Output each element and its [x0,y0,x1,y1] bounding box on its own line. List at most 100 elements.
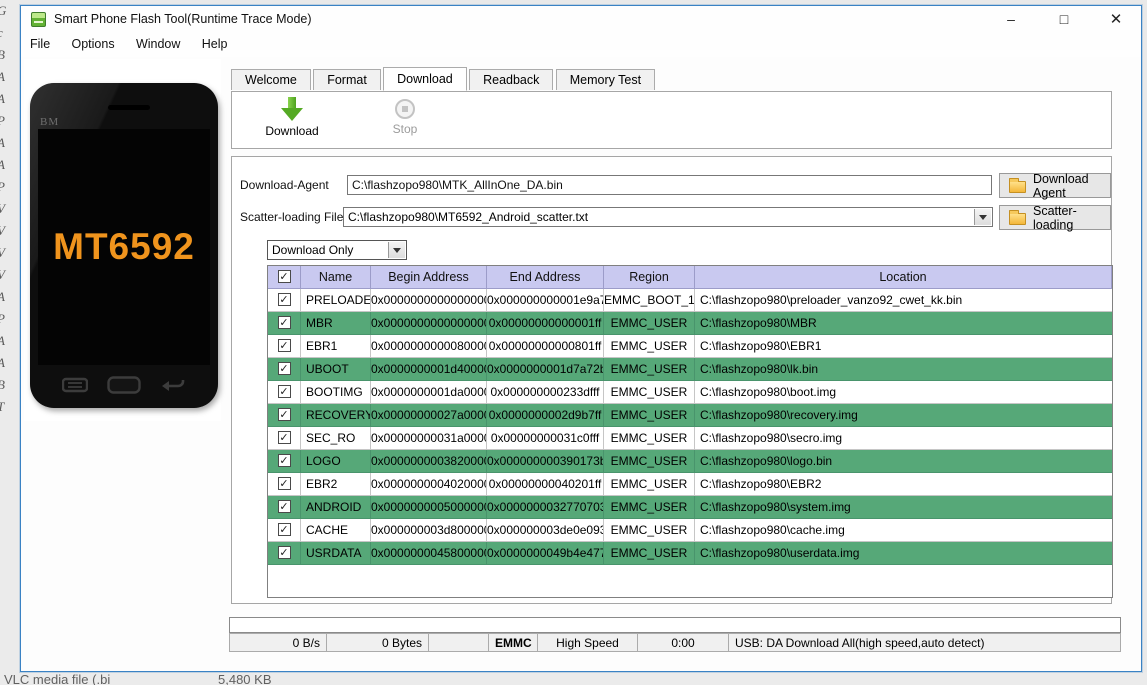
row-checkbox-cell: ✓ [268,404,301,427]
scatter-browse-button[interactable]: Scatter-loading [999,204,1111,232]
background-letter: A [0,352,20,374]
background-letter: P [0,176,20,198]
table-row[interactable]: ✓ LOGO 0x0000000003820000 0x000000000390173… [268,450,1112,473]
end-address-cell: 0x000000003de0e093 [487,519,604,542]
background-letter: T [0,396,20,418]
menu-window[interactable]: Window [127,33,189,55]
row-checkbox[interactable]: ✓ [277,546,291,559]
table-row[interactable]: ✓ EBR2 0x0000000004020000 0x00000000040201f… [268,473,1112,496]
column-header-location[interactable]: Location [695,266,1112,289]
row-checkbox[interactable]: ✓ [277,362,291,375]
table-row[interactable]: ✓ CACHE 0x000000003d800000 0x000000003de0e0… [268,519,1112,542]
region-cell: EMMC_USER [604,450,695,473]
column-header-begin[interactable]: Begin Address [371,266,487,289]
table-row[interactable]: ✓ SEC_RO 0x00000000031a0000 0x00000000031c0… [268,427,1112,450]
table-row[interactable]: ✓ EBR1 0x0000000000080000 0x00000000000801f… [268,335,1112,358]
stop-button-label: Stop [392,122,418,136]
table-row[interactable]: ✓ ANDROID 0x0000000005000000 0x000000003277… [268,496,1112,519]
menu-options[interactable]: Options [63,33,124,55]
row-checkbox-cell: ✓ [268,542,301,565]
region-cell: EMMC_USER [604,473,695,496]
table-row[interactable]: ✓ USRDATA 0x0000000045800000 0x0000000049b4… [268,542,1112,565]
menu-file[interactable]: File [21,33,59,55]
background-letter: V [0,242,20,264]
column-header-end[interactable]: End Address [487,266,604,289]
row-checkbox[interactable]: ✓ [277,454,291,467]
begin-address-cell: 0x0000000005000000 [371,496,487,519]
table-row[interactable]: ✓ MBR 0x0000000000000000 0x00000000000001ff… [268,312,1112,335]
location-cell: C:\flashzopo980\MBR [695,312,1112,335]
scatter-file-combobox[interactable]: C:\flashzopo980\MT6592_Android_scatter.t… [343,207,993,227]
menu-help[interactable]: Help [193,33,237,55]
row-checkbox-cell: ✓ [268,312,301,335]
tab-format[interactable]: Format [313,69,381,90]
region-cell: EMMC_USER [604,427,695,450]
location-cell: C:\flashzopo980\logo.bin [695,450,1112,473]
background-letter: G [0,0,20,22]
begin-address-cell: 0x0000000001da0000 [371,381,487,404]
row-checkbox[interactable]: ✓ [277,293,291,306]
row-checkbox[interactable]: ✓ [277,477,291,490]
select-all-header-cell[interactable]: ✓ [268,266,301,289]
row-checkbox[interactable]: ✓ [277,523,291,536]
row-checkbox[interactable]: ✓ [277,339,291,352]
begin-address-cell: 0x0000000000000000 [371,289,487,312]
folder-icon [1009,210,1026,225]
status-time: 0:00 [638,633,729,652]
background-letter: A [0,330,20,352]
background-window-bottom-edge: VLC media file (.bi 5,480 KB [0,672,1147,685]
row-checkbox[interactable]: ✓ [277,385,291,398]
location-cell: C:\flashzopo980\userdata.img [695,542,1112,565]
table-row[interactable]: ✓ RECOVERY 0x00000000027a0000 0x0000000002d… [268,404,1112,427]
select-all-checkbox[interactable]: ✓ [277,270,291,283]
table-row[interactable]: ✓ UBOOT 0x0000000001d40000 0x0000000001d7a7… [268,358,1112,381]
row-checkbox[interactable]: ✓ [277,431,291,444]
status-bytes: 0 Bytes [327,633,429,652]
table-row[interactable]: ✓ PRELOADER0x00000000000000000x0000000000… [268,289,1112,312]
partition-name-cell: RECOVERY [301,404,371,427]
maximize-button[interactable]: □ [1049,9,1079,30]
tab-download[interactable]: Download [383,67,467,91]
row-checkbox[interactable]: ✓ [277,408,291,421]
background-letter: A [0,66,20,88]
end-address-cell: 0x000000000001e9a7 [487,289,604,312]
table-row[interactable]: ✓ BOOTIMG 0x0000000001da0000 0x000000000233… [268,381,1112,404]
flash-tool-window: Smart Phone Flash Tool(Runtime Trace Mod… [20,5,1142,672]
minimize-button[interactable]: – [996,9,1026,30]
partition-table: ✓ Name Begin Address End Address Region … [267,265,1113,598]
chevron-down-icon[interactable] [388,242,405,258]
begin-address-cell: 0x00000000027a0000 [371,404,487,427]
download-agent-browse-button[interactable]: Download Agent [999,172,1111,200]
column-header-region[interactable]: Region [604,266,695,289]
begin-address-cell: 0x0000000000080000 [371,335,487,358]
tab-memory-test[interactable]: Memory Test [555,69,656,90]
stop-button[interactable]: Stop [360,97,450,136]
location-cell: C:\flashzopo980\system.img [695,496,1112,519]
status-speed: 0 B/s [229,633,327,652]
tab-welcome[interactable]: Welcome [231,69,311,90]
tab-readback[interactable]: Readback [469,69,554,90]
download-mode-select[interactable]: Download Only [267,240,407,260]
end-address-cell: 0x0000000049b4e477 [487,542,604,565]
close-button[interactable]: ✕ [1101,9,1131,30]
download-agent-input[interactable] [347,175,992,195]
row-checkbox[interactable]: ✓ [277,500,291,513]
status-bar: 0 B/s 0 Bytes EMMC High Speed 0:00 USB: … [229,633,1121,652]
phone-screen: MT6592 [38,129,210,365]
phone-menu-icon [61,377,88,393]
location-cell: C:\flashzopo980\EBR1 [695,335,1112,358]
app-icon [31,12,46,27]
partition-name-cell: SEC_RO [301,427,371,450]
background-letter: A [0,154,20,176]
begin-address-cell: 0x000000003d800000 [371,519,487,542]
column-header-name[interactable]: Name [301,266,371,289]
download-button[interactable]: Download [247,97,337,138]
status-message: USB: DA Download All(high speed,auto det… [729,633,1121,652]
row-checkbox-cell: ✓ [268,335,301,358]
chevron-down-icon[interactable] [974,209,991,225]
row-checkbox[interactable]: ✓ [277,316,291,329]
partition-name-cell: LOGO [301,450,371,473]
background-letter: V [0,264,20,286]
title-bar[interactable]: Smart Phone Flash Tool(Runtime Trace Mod… [21,6,1141,33]
location-cell: C:\flashzopo980\lk.bin [695,358,1112,381]
